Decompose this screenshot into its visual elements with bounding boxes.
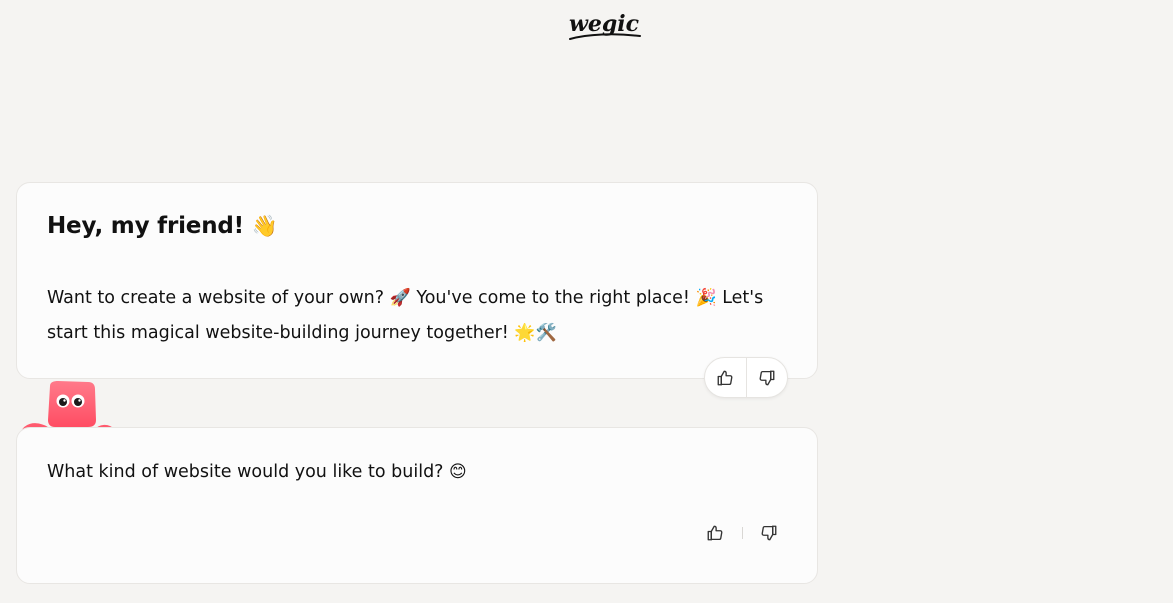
message-feedback-group bbox=[702, 521, 782, 545]
message-text-part: You've come to the right place! bbox=[410, 288, 696, 308]
party-popper-emoji: 🎉 bbox=[695, 288, 717, 308]
rocket-emoji: 🚀 bbox=[389, 288, 411, 308]
thumbs-up-icon bbox=[707, 525, 723, 541]
like-button[interactable] bbox=[705, 358, 746, 397]
dislike-button[interactable] bbox=[756, 521, 782, 545]
waving-hand-emoji: 👋 bbox=[251, 214, 278, 238]
thumbs-down-icon bbox=[759, 370, 775, 385]
greeting-heading: Hey, my friend! 👋 bbox=[47, 213, 278, 239]
logo-text: wegic bbox=[569, 11, 640, 37]
message-text-part: What kind of website would you like to b… bbox=[47, 462, 450, 482]
smiling-face-emoji: 😊 bbox=[449, 462, 467, 482]
greeting-text: Hey, my friend! bbox=[47, 213, 244, 239]
dislike-button[interactable] bbox=[746, 358, 787, 397]
tools-emoji: 🛠️ bbox=[535, 323, 557, 343]
chat-page: wegic Hey, my friend! 👋 Want to create a… bbox=[0, 0, 1173, 603]
thumbs-up-icon bbox=[717, 370, 733, 385]
like-button[interactable] bbox=[702, 521, 728, 545]
divider bbox=[741, 527, 743, 539]
question-message: What kind of website would you like to b… bbox=[47, 462, 467, 482]
wegic-logo[interactable]: wegic bbox=[566, 8, 644, 44]
assistant-message-card: What kind of website would you like to b… bbox=[16, 427, 818, 584]
message-text-part: Want to create a website of your own? bbox=[47, 288, 390, 308]
thumbs-down-icon bbox=[761, 525, 777, 541]
star-emoji: 🌟 bbox=[514, 323, 536, 343]
welcome-message: Want to create a website of your own? 🚀 … bbox=[47, 281, 797, 351]
message-feedback-group bbox=[704, 357, 788, 398]
assistant-message-card: Hey, my friend! 👋 Want to create a websi… bbox=[16, 182, 818, 379]
